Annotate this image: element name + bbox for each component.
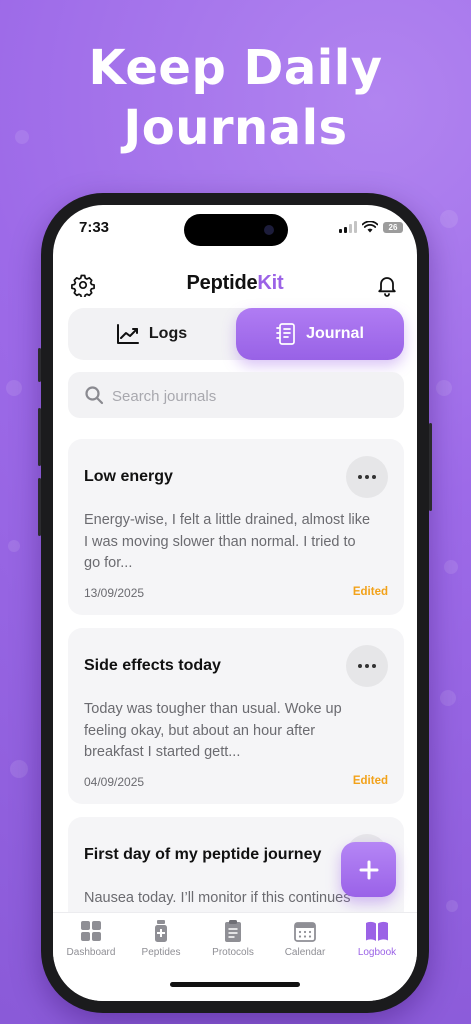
vial-icon: [155, 920, 167, 942]
app-header: PeptideKit: [53, 265, 417, 305]
clipboard-icon: [225, 920, 241, 942]
background-dot: [440, 210, 458, 228]
background-dot: [6, 380, 22, 396]
tab-peptides-label: Peptides: [141, 947, 181, 958]
tab-calendar[interactable]: Calendar: [269, 919, 341, 958]
bell-icon: [378, 277, 396, 297]
search-bar: [68, 372, 404, 420]
journal-entry-card[interactable]: Side effects today Today was tougher tha…: [68, 628, 404, 804]
background-dot: [10, 760, 28, 778]
tab-dashboard[interactable]: Dashboard: [55, 919, 127, 958]
status-time: 7:33: [79, 219, 110, 236]
phone-side-button: [429, 423, 432, 511]
brand-name: Peptide: [186, 272, 258, 294]
entry-date: 04/09/2025: [84, 775, 145, 789]
entry-preview: Today was tougher than usual. Woke up fe…: [84, 701, 342, 760]
book-icon: [366, 921, 388, 941]
dashboard-grid-icon: [81, 921, 101, 941]
trend-chart-icon: [116, 324, 139, 344]
entry-more-button[interactable]: [346, 645, 388, 687]
add-journal-button[interactable]: [341, 842, 396, 897]
more-dots-icon: [358, 664, 376, 668]
tab-peptides[interactable]: Peptides: [125, 919, 197, 958]
background-dot: [440, 690, 456, 706]
tab-protocols-label: Protocols: [212, 947, 254, 958]
entry-more-button[interactable]: [346, 456, 388, 498]
search-input[interactable]: [110, 372, 394, 420]
tab-logbook-label: Logbook: [357, 947, 397, 958]
phone-frame: 7:33 26 PeptideKit Logs Journal Search j…: [38, 193, 432, 1013]
app-screen: 7:33 26 PeptideKit Logs Journal Search j…: [53, 205, 417, 1001]
status-icons: 26: [339, 221, 403, 233]
background-dot: [8, 540, 20, 552]
background-dot: [444, 560, 458, 574]
bottom-tab-bar: Dashboard Peptides Protocols Calendar Lo…: [53, 912, 417, 1001]
notifications-button[interactable]: [375, 273, 399, 297]
app-brand: PeptideKit: [53, 272, 417, 295]
calendar-icon: [294, 922, 316, 942]
entry-date: 13/09/2025: [84, 586, 145, 600]
entry-edited-badge: Edited: [352, 775, 388, 787]
tab-protocols[interactable]: Protocols: [197, 919, 269, 958]
entry-title: First day of my peptide journey: [84, 846, 322, 863]
phone-side-button: [38, 408, 41, 466]
tab-calendar-label: Calendar: [284, 947, 326, 958]
dynamic-island: [184, 214, 288, 246]
tab-dashboard-label: Dashboard: [66, 947, 116, 958]
hero-title: Keep Daily Journals: [88, 40, 383, 156]
tab-logbook[interactable]: Logbook: [341, 919, 413, 958]
battery-icon: 26: [383, 221, 403, 233]
background-dot: [436, 380, 452, 396]
signal-icon: [339, 221, 357, 233]
home-indicator: [170, 982, 300, 987]
wifi-icon: [362, 221, 378, 233]
more-dots-icon: [358, 475, 376, 479]
tab-journal-label: Journal: [306, 325, 364, 342]
status-bar: 7:33 26: [53, 205, 417, 255]
entry-preview: Energy-wise, I felt a little drained, al…: [84, 512, 371, 571]
phone-side-button: [38, 478, 41, 536]
search-icon: [85, 386, 104, 405]
entry-title: Low energy: [84, 468, 173, 485]
tab-logs-label: Logs: [148, 325, 188, 342]
notebook-icon: [276, 323, 295, 345]
brand-name-accent: Kit: [257, 272, 284, 294]
entry-edited-badge: Edited: [352, 586, 388, 598]
journal-entry-card[interactable]: Low energy Energy-wise, I felt a little …: [68, 439, 404, 615]
background-dot: [446, 900, 458, 912]
tab-journal[interactable]: Journal: [236, 308, 404, 360]
plus-icon: [359, 860, 378, 879]
entry-title: Side effects today: [84, 657, 221, 674]
tab-logs[interactable]: Logs: [68, 308, 236, 360]
phone-side-button: [38, 348, 41, 382]
logs-journal-toggle: Logs Journal: [68, 308, 404, 360]
